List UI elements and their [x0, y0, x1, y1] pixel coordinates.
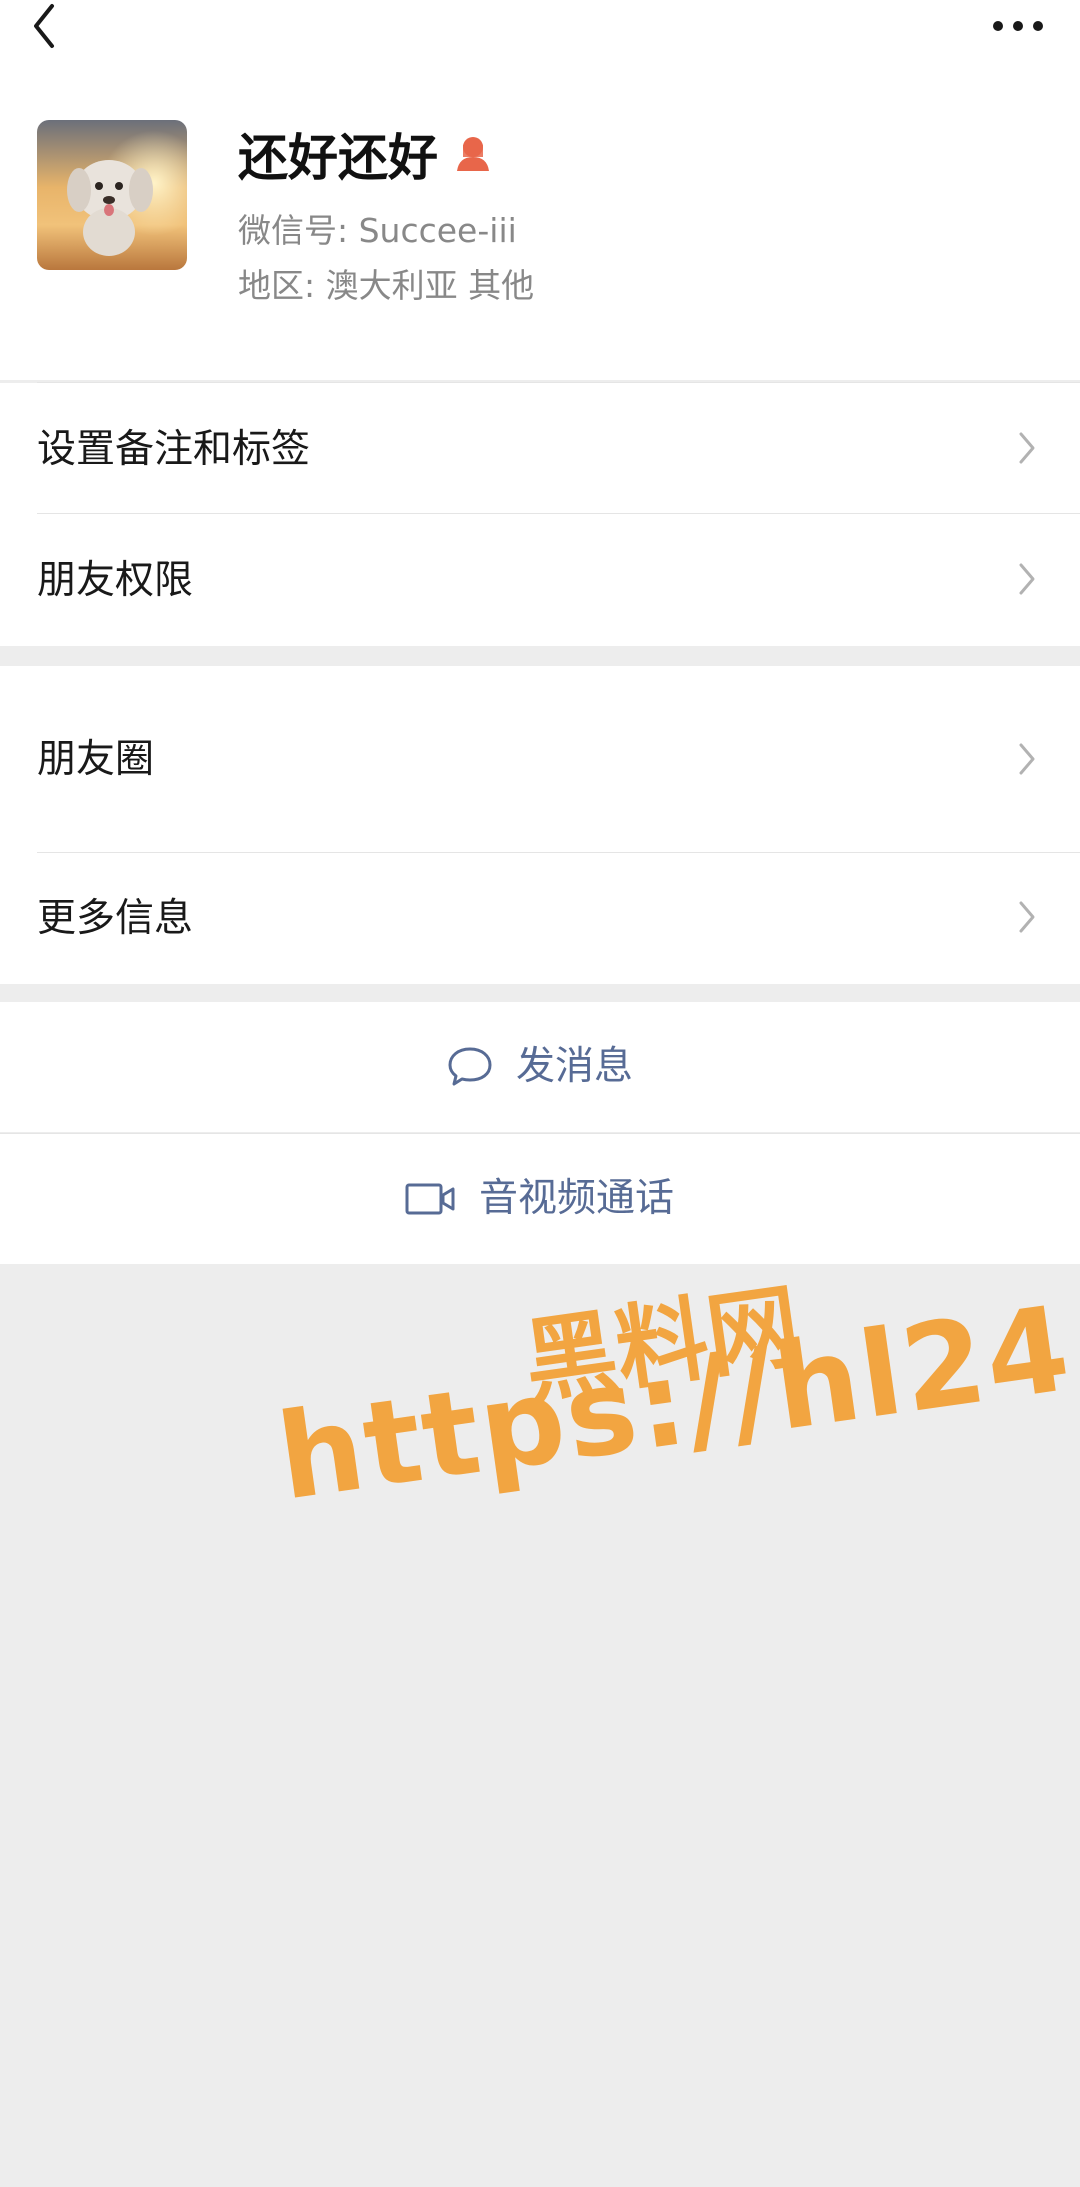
friend-permissions-label: 朋友权限 [37, 558, 194, 603]
nickname: 还好还好 [238, 129, 438, 187]
menu-group-2: 朋友圈 更多信息 [0, 666, 1080, 984]
profile-header: 还好还好 微信号: Succee-iii 地区: 澳大利亚 其他 [0, 0, 1080, 383]
avatar[interactable] [37, 120, 187, 270]
female-gender-icon [457, 137, 489, 171]
moments-label: 朋友圈 [37, 737, 155, 782]
chevron-right-icon [1019, 563, 1035, 595]
watermark: 黑料网 https://hl24.co [270, 1251, 1080, 1630]
more-info-label: 更多信息 [37, 896, 194, 941]
region: 地区: 澳大利亚 其他 [238, 266, 535, 305]
send-message-label: 发消息 [516, 1044, 634, 1089]
video-camera-icon [405, 1183, 455, 1215]
remark-and-tags-label: 设置备注和标签 [37, 427, 311, 472]
more-info-row[interactable]: 更多信息 [0, 853, 1080, 984]
video-call-label: 音视频通话 [479, 1176, 675, 1221]
chevron-right-icon [1019, 432, 1035, 464]
back-icon[interactable] [22, 0, 72, 56]
remark-and-tags-row[interactable]: 设置备注和标签 [0, 383, 1080, 513]
chevron-right-icon [1019, 743, 1035, 775]
menu-group-1: 设置备注和标签 朋友权限 [0, 383, 1080, 646]
send-message-button[interactable]: 发消息 [0, 1002, 1080, 1132]
video-call-button[interactable]: 音视频通话 [0, 1134, 1080, 1264]
more-dots-icon[interactable] [990, 14, 1046, 38]
moments-row[interactable]: 朋友圈 [0, 666, 1080, 852]
friend-permissions-row[interactable]: 朋友权限 [0, 514, 1080, 646]
chat-bubble-icon [448, 1047, 492, 1086]
chevron-right-icon [1019, 901, 1035, 933]
wechat-id: 微信号: Succee-iii [238, 211, 517, 250]
